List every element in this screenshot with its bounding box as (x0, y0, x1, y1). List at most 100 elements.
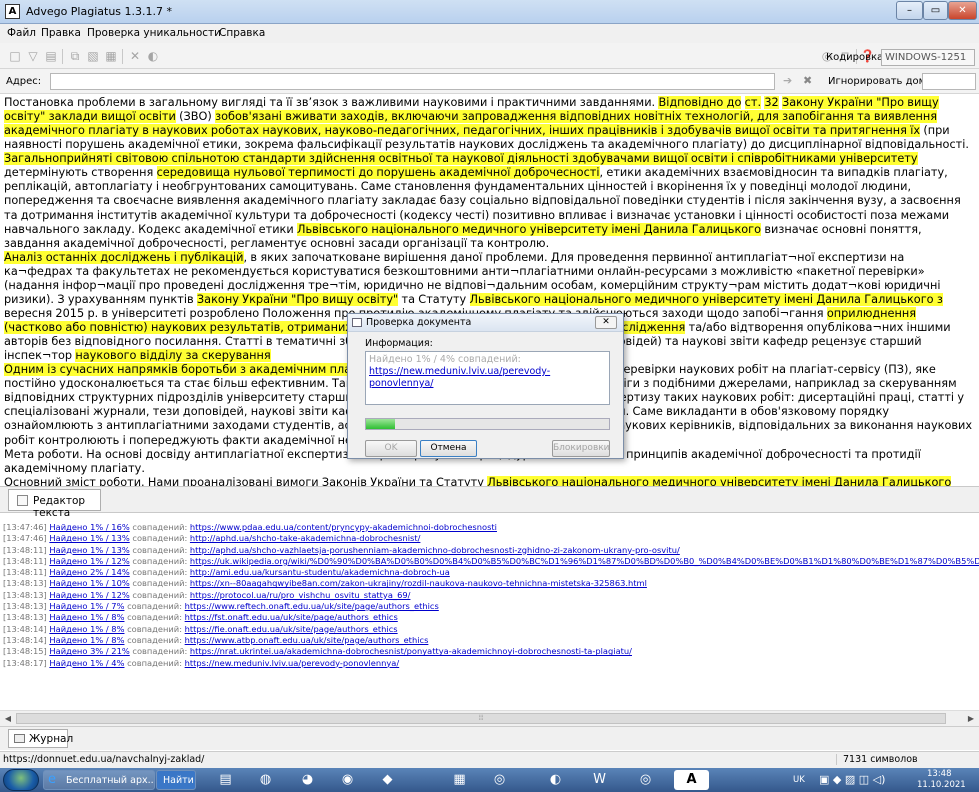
blocking-button[interactable]: Блокировки (552, 440, 610, 457)
file-manager-icon[interactable]: ▤ (208, 770, 243, 790)
maximize-button[interactable]: ▭ (923, 1, 948, 20)
close-button[interactable]: ✕ (948, 1, 977, 20)
go-arrow-icon[interactable]: ➔ (783, 74, 792, 87)
tray-icons[interactable]: ▣ ◆ ▨ ◫ ◁) (819, 773, 885, 786)
log-found-link[interactable]: Найдено 1% / 8% (49, 612, 124, 622)
log-row: [13:48:11] Найдено 1% / 12% совпадений: … (3, 556, 979, 567)
log-found-link[interactable]: Найдено 1% / 10% (49, 578, 129, 588)
taskbar-browser-task[interactable]: e Бесплатный арх... (43, 770, 155, 790)
start-button[interactable] (3, 769, 39, 791)
log-found-link[interactable]: Найдено 1% / 16% (49, 522, 129, 532)
log-url-link[interactable]: http://aphd.ua/shcho-vazhlaetsja-porushe… (190, 545, 680, 555)
log-url-link[interactable]: https://www.pdaa.edu.ua/content/pryncypy… (190, 522, 497, 532)
taskbar-find-button[interactable]: Найти (156, 770, 196, 790)
log-url-link[interactable]: https://new.meduniv.lviv.ua/perevody-pon… (185, 658, 400, 668)
log-time: [13:48:13] (3, 601, 50, 612)
open-icon[interactable]: ▽ (26, 49, 40, 63)
cut-icon[interactable]: ⧉ (68, 49, 82, 63)
minimize-button[interactable]: – (896, 1, 923, 20)
media-player-icon[interactable]: ◉ (330, 770, 365, 790)
clear-icon[interactable]: ✖ (803, 74, 812, 87)
log-found-link[interactable]: Найдено 3% / 21% (49, 646, 129, 656)
log-time: [13:48:14] (3, 623, 50, 634)
char-count: 7131 символов (836, 754, 918, 765)
log-found-link[interactable]: Найдено 2% / 14% (49, 567, 129, 577)
log-word: совпадений: (129, 567, 190, 578)
scroll-thumb[interactable]: ⦙⦙⦙ (16, 713, 946, 724)
copy-icon[interactable]: ▧ (86, 49, 100, 63)
log-time: [13:48:15] (3, 646, 50, 657)
log-found-link[interactable]: Найдено 1% / 8% (49, 624, 124, 634)
plain-text: Основний зміст роботи. Нами проаналізова… (4, 475, 488, 486)
editor-paragraph: Постановка проблеми в загальному вигляді… (4, 96, 975, 251)
scroll-left-icon[interactable]: ◀ (1, 713, 15, 725)
check-icon[interactable]: ◐ (146, 49, 160, 63)
log-time: [13:48:13] (3, 589, 50, 600)
menu-file[interactable]: Файл (7, 27, 36, 39)
clock-date: 11.10.2021 (917, 780, 966, 790)
log-row: [13:48:11] Найдено 1% / 13% совпадений: … (3, 545, 979, 556)
tab-label: Журнал (29, 733, 74, 745)
log-found-link[interactable]: Найдено 1% / 12% (49, 556, 129, 566)
log-url-link[interactable]: http://aphd.ua/shcho-take-akademichna-do… (190, 533, 420, 543)
log-url-link[interactable]: https://uk.wikipedia.org/wiki/%D0%90%D0%… (190, 556, 979, 566)
advego-icon[interactable]: A (674, 770, 709, 790)
new-icon[interactable]: □ (8, 49, 22, 63)
window-title: Advego Plagiatus 1.3.1.7 * (26, 5, 173, 18)
found-url-link[interactable]: https://new.meduniv.lviv.ua/perevody-pon… (369, 366, 550, 389)
delete-icon[interactable]: ✕ (128, 49, 142, 63)
log-found-link[interactable]: Найдено 1% / 7% (49, 601, 124, 611)
chrome-icon[interactable]: ◎ (482, 770, 517, 790)
log-row: [13:47:46] Найдено 1% / 13% совпадений: … (3, 533, 979, 544)
highlighted-match: Загальноприйняті світовою спільнотою ста… (4, 152, 918, 166)
log-found-link[interactable]: Найдено 1% / 12% (49, 590, 129, 600)
firefox-icon[interactable]: ◐ (538, 770, 573, 790)
status-bar: https://donnuet.edu.ua/navchalnyj-zaklad… (0, 751, 979, 768)
word-icon[interactable]: W (582, 770, 617, 790)
encoding-select[interactable]: WINDOWS-1251 (881, 49, 975, 66)
tab-journal[interactable]: Журнал (8, 729, 73, 748)
cancel-button[interactable]: Отмена (420, 440, 477, 457)
log-found-link[interactable]: Найдено 1% / 13% (49, 533, 129, 543)
log-row: [13:48:17] Найдено 1% / 4% совпадений: h… (3, 658, 979, 669)
ok-button[interactable]: OK (365, 440, 417, 457)
menu-edit[interactable]: Правка (41, 27, 81, 39)
language-indicator[interactable]: UK (793, 775, 805, 785)
paste-icon[interactable]: ▦ (104, 49, 118, 63)
menu-check[interactable]: Проверка уникальности (87, 27, 221, 39)
find-label: Найти (163, 775, 194, 786)
log-url-link[interactable]: https://www.atbp.onaft.edu.ua/uk/site/pa… (185, 635, 429, 645)
toolbar-separator (122, 49, 123, 64)
highlighted-match: Закону України "Про вищу освіту" (196, 292, 399, 306)
mirror-icon[interactable]: ◆ (370, 770, 405, 790)
gimp-icon[interactable]: ◕ (290, 770, 325, 790)
plain-text: (ЗВО) (175, 110, 216, 124)
log-url-link[interactable]: https://nrat.ukrintei.ua/akademichna-dob… (190, 646, 632, 656)
log-url-link[interactable]: https://fst.onaft.edu.ua/uk/site/page/au… (185, 612, 398, 622)
log-row: [13:47:46] Найдено 1% / 16% совпадений: … (3, 522, 979, 533)
save-icon[interactable]: ▤ (44, 49, 58, 63)
log-row: [13:48:15] Найдено 3% / 21% совпадений: … (3, 646, 979, 657)
log-found-link[interactable]: Найдено 1% / 4% (49, 658, 124, 668)
highlighted-match: наукового відділу за скерування (75, 349, 271, 363)
log-found-link[interactable]: Найдено 1% / 8% (49, 635, 124, 645)
log-url-link[interactable]: https://fie.onaft.edu.ua/uk/site/page/au… (185, 624, 398, 634)
log-time: [13:48:11] (3, 567, 50, 578)
log-url-link[interactable]: https://xn--80aagahqwyibe8an.com/zakon-u… (190, 578, 647, 588)
menu-help[interactable]: Справка (219, 27, 265, 39)
log-url-link[interactable]: https://protocol.ua/ru/pro_vishchu_osvit… (190, 590, 411, 600)
dialog-close-button[interactable]: ✕ (595, 316, 617, 329)
calculator-icon[interactable]: ▦ (442, 770, 477, 790)
opera-icon[interactable]: ◍ (248, 770, 283, 790)
address-input[interactable] (50, 73, 775, 90)
scroll-right-icon[interactable]: ▶ (964, 713, 978, 725)
log-url-link[interactable]: http://ami.edu.ua/kursantu-studentu/akad… (190, 567, 450, 577)
found-text: Найдено 1% / 4% совпадений: (369, 354, 521, 365)
log-found-link[interactable]: Найдено 1% / 13% (49, 545, 129, 555)
horizontal-scrollbar[interactable]: ◀ ⦙⦙⦙ ▶ (0, 710, 979, 726)
log-url-link[interactable]: https://www.reftech.onaft.edu.ua/uk/site… (185, 601, 439, 611)
tab-text-editor[interactable]: Редактор текста (8, 489, 101, 519)
journal-icon (14, 734, 25, 743)
antivirus-icon[interactable]: ◎ (628, 770, 663, 790)
ignore-domains-input[interactable] (922, 73, 976, 90)
